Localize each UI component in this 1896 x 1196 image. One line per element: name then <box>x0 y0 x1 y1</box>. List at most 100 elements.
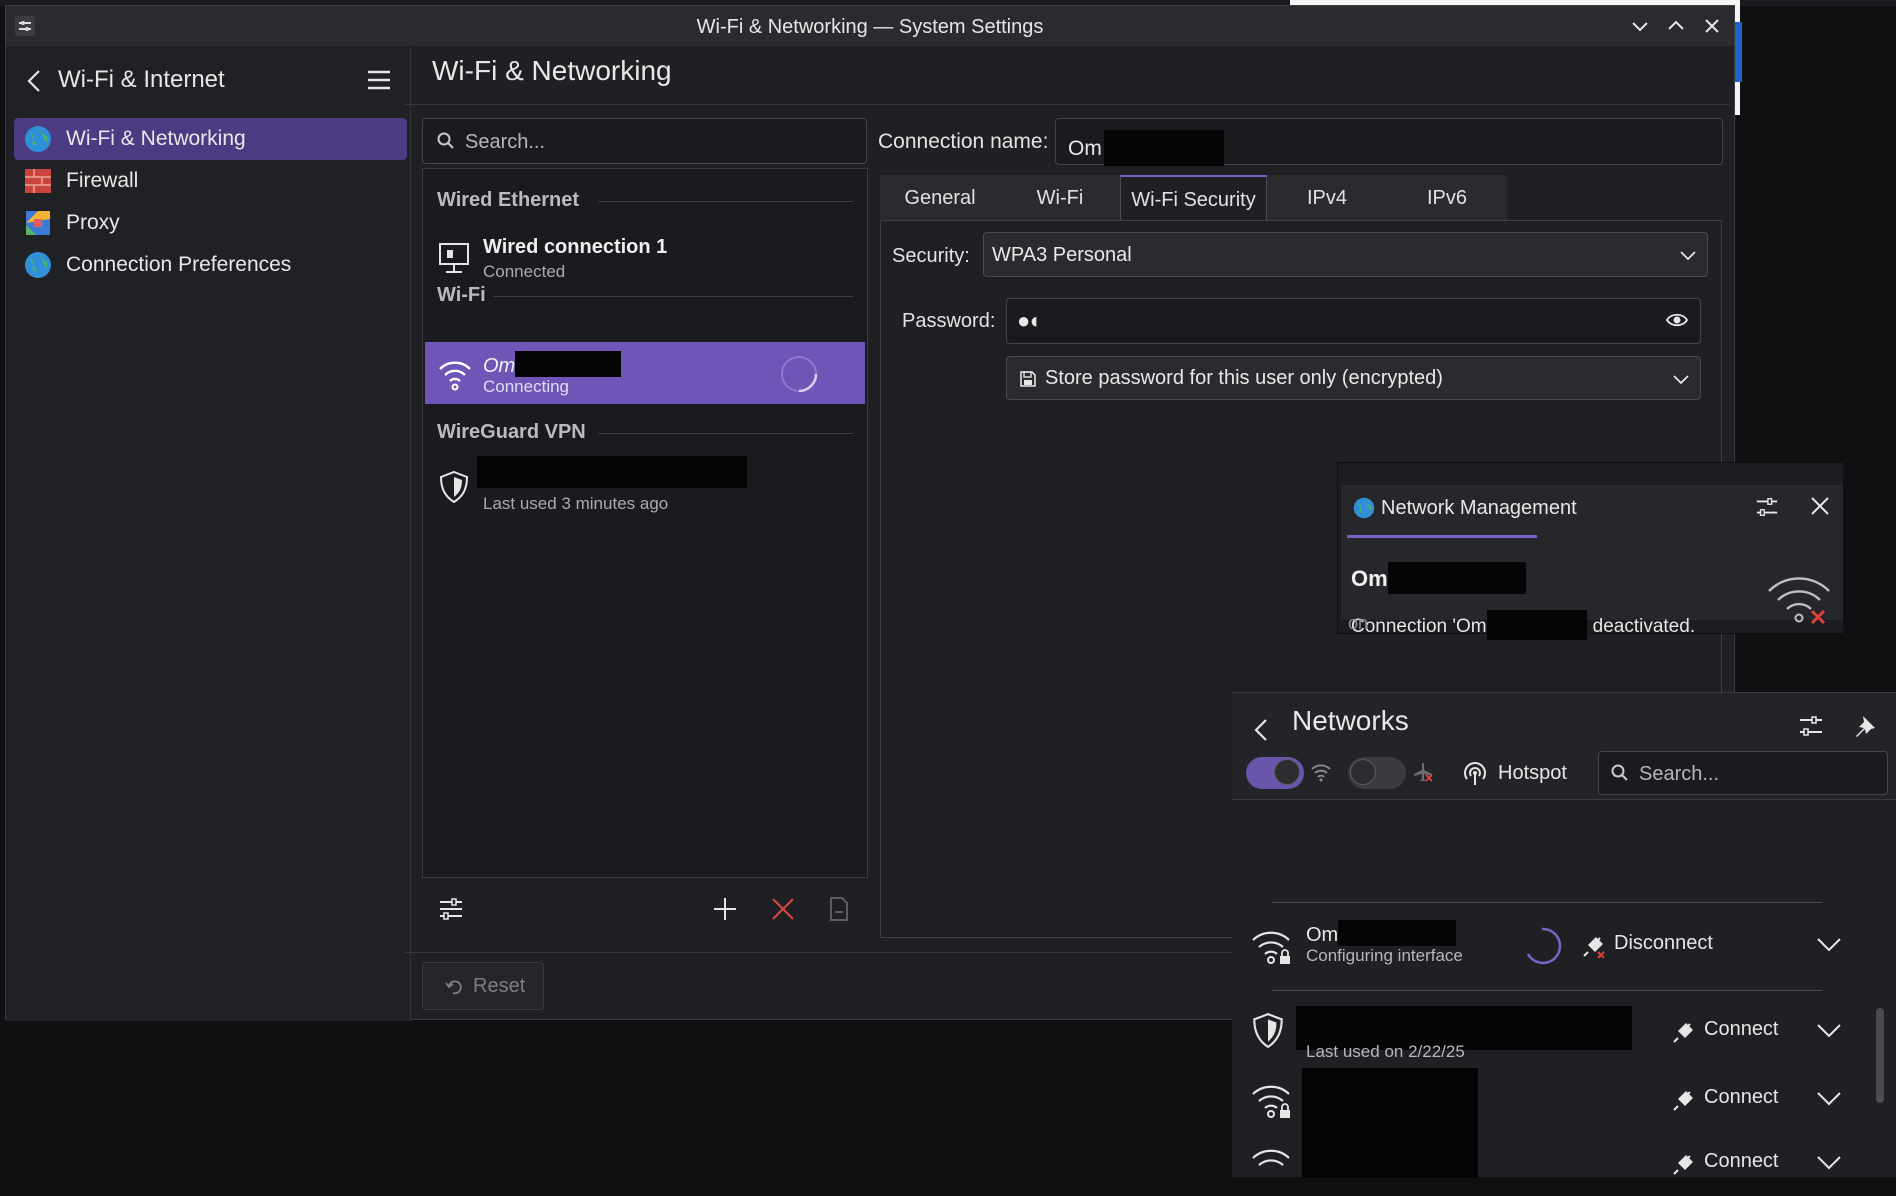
connect-button[interactable]: Connect <box>1672 1082 1792 1116</box>
close-button[interactable] <box>1700 14 1724 38</box>
redacted-vpn-name <box>477 456 747 488</box>
sidebar: Wi-Fi & Internet Wi-Fi & Networking Fire… <box>6 46 411 1021</box>
sidebar-header: Wi-Fi & Internet <box>6 46 410 116</box>
sidebar-item-connection-preferences[interactable]: Connection Preferences <box>14 244 407 286</box>
sidebar-item-firewall[interactable]: Firewall <box>14 160 407 202</box>
globe-icon <box>24 251 52 279</box>
disconnect-button[interactable]: Disconnect <box>1582 928 1722 962</box>
tab-ipv6[interactable]: IPv6 <box>1387 175 1507 221</box>
network-search[interactable] <box>1598 751 1888 795</box>
wired-network-icon <box>437 241 471 275</box>
chevron-down-icon <box>1679 246 1697 264</box>
reset-button[interactable]: Reset <box>422 962 544 1010</box>
configure-icon[interactable] <box>1798 713 1824 739</box>
notification-popup[interactable]: Network Management Om Connection 'Om deac… <box>1338 463 1843 640</box>
window-title: Wi-Fi & Networking — System Settings <box>696 16 1044 38</box>
back-arrow-icon[interactable] <box>1252 717 1272 743</box>
network-row[interactable]: Om Configuring interface Disconnect <box>1232 914 1862 978</box>
close-icon[interactable] <box>1809 495 1831 517</box>
disconnect-label: Disconnect <box>1614 932 1713 954</box>
notification-app-name: Network Management <box>1381 497 1577 519</box>
configure-icon[interactable] <box>1755 495 1779 519</box>
search-input[interactable] <box>463 127 857 157</box>
connection-search[interactable] <box>422 118 867 164</box>
password-value: ●◖ <box>1017 308 1041 333</box>
sidebar-item-label: Connection Preferences <box>66 253 292 276</box>
network-row[interactable]: Connect <box>1232 1068 1862 1178</box>
connect-label: Connect <box>1704 1086 1779 1108</box>
hotspot-icon <box>1464 762 1486 785</box>
airplane-mode-icon <box>1412 761 1434 783</box>
chevron-down-icon[interactable] <box>1816 936 1842 954</box>
remove-connection-icon[interactable] <box>770 896 796 922</box>
back-arrow-icon[interactable] <box>24 68 46 94</box>
password-storage-value: Store password for this user only (encry… <box>1045 367 1443 389</box>
tab-wifi[interactable]: Wi-Fi <box>1000 175 1120 221</box>
connection-item-wifi[interactable]: Om Connecting <box>425 342 865 404</box>
proxy-icon <box>24 209 52 237</box>
connection-item-wired[interactable]: Wired connection 1 Connected <box>425 227 865 289</box>
tab-general[interactable]: General <box>880 175 1000 221</box>
security-dropdown[interactable]: WPA3 Personal <box>983 232 1708 277</box>
wifi-secured-icon <box>1250 1144 1292 1184</box>
wifi-icon <box>437 356 473 392</box>
hotspot-label: Hotspot <box>1498 762 1567 784</box>
chevron-down-icon[interactable] <box>1816 1022 1842 1040</box>
pin-icon[interactable] <box>1854 713 1878 739</box>
network-row[interactable]: Connect <box>1232 1132 1862 1196</box>
password-storage-dropdown[interactable]: Store password for this user only (encry… <box>1006 356 1701 400</box>
sidebar-item-label: Proxy <box>66 211 120 234</box>
export-icon[interactable] <box>826 896 852 922</box>
plug-icon <box>1673 1023 1693 1043</box>
wifi-toggle[interactable] <box>1246 757 1304 789</box>
add-connection-icon[interactable] <box>712 896 738 922</box>
security-label: Security: <box>892 245 970 267</box>
network-row[interactable]: Last used on 2/22/25 Connect <box>1232 1000 1862 1064</box>
globe-icon <box>1353 497 1375 519</box>
notification-body: Network Management Om Connection 'Om deac… <box>1341 485 1843 640</box>
airplane-mode-toggle[interactable] <box>1348 757 1406 789</box>
security-value: WPA3 Personal <box>992 244 1132 266</box>
notification-message: Connection 'Om deactivated. <box>1351 610 1695 640</box>
connect-button[interactable]: Connect <box>1672 1014 1792 1048</box>
connection-item-vpn[interactable]: Last used 3 minutes ago <box>425 454 865 516</box>
notification-timeout-bar <box>1347 535 1537 538</box>
connection-name: Wired connection 1 <box>483 236 668 258</box>
chevron-down-icon[interactable] <box>1816 1154 1842 1172</box>
minimize-button[interactable] <box>1628 14 1652 38</box>
connection-status: Last used 3 minutes ago <box>483 494 669 513</box>
divider <box>405 104 1730 105</box>
plug-icon <box>1673 1155 1693 1175</box>
firewall-icon <box>24 167 52 195</box>
configure-icon[interactable] <box>438 896 464 922</box>
scrollbar[interactable] <box>1876 1008 1884 1103</box>
chevron-down-icon[interactable] <box>1816 1090 1842 1108</box>
wifi-secured-icon <box>1250 1080 1292 1120</box>
save-icon <box>1019 370 1037 388</box>
network-name: Om <box>1306 920 1457 947</box>
shield-icon <box>1250 1012 1286 1050</box>
hamburger-menu-icon[interactable] <box>366 68 392 92</box>
show-password-icon[interactable] <box>1666 312 1688 328</box>
network-status: Configuring interface <box>1306 946 1463 965</box>
search-icon <box>1611 764 1629 782</box>
spinner-icon <box>779 354 819 394</box>
password-field[interactable]: ●◖ <box>1006 298 1701 344</box>
connect-button[interactable]: Connect <box>1672 1146 1792 1180</box>
globe-icon <box>24 125 52 153</box>
tab-wifi-security[interactable]: Wi-Fi Security <box>1120 175 1267 221</box>
page-title: Wi-Fi & Networking <box>432 55 672 86</box>
connection-name-field[interactable]: Om <box>1055 118 1723 166</box>
connection-name: Om <box>483 351 622 378</box>
notification-heading: Om <box>1351 562 1526 594</box>
sidebar-item-wifi-networking[interactable]: Wi-Fi & Networking <box>14 118 407 160</box>
redacted-ssid <box>515 351 622 377</box>
tab-ipv4[interactable]: IPv4 <box>1267 175 1387 221</box>
search-input[interactable] <box>1637 760 1881 788</box>
maximize-button[interactable] <box>1664 14 1688 38</box>
plug-icon <box>1673 1091 1693 1111</box>
sidebar-item-proxy[interactable]: Proxy <box>14 202 407 244</box>
titlebar[interactable]: Wi-Fi & Networking — System Settings <box>6 6 1734 46</box>
section-wifi: Wi-Fi <box>437 284 486 306</box>
section-wireguard-vpn: WireGuard VPN <box>437 421 586 443</box>
